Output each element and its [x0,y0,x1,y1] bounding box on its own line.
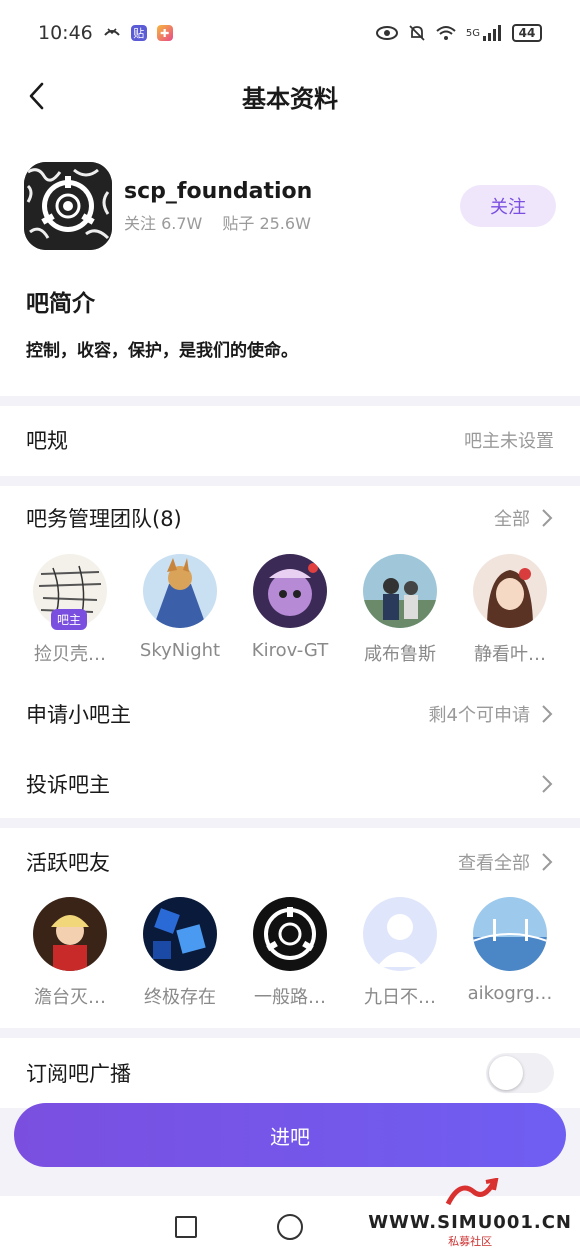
watermark-subtext: 私募社区 [448,1235,493,1248]
member-avatar [253,554,327,628]
enter-forum-button[interactable]: 进吧 [14,1103,566,1167]
intro-title: 吧简介 [26,291,95,317]
active-member[interactable]: 九日不… [350,897,450,1009]
rules-row[interactable]: 吧规 吧主未设置 [26,420,554,460]
member-avatar [363,897,437,971]
member-name: 咸布鲁斯 [364,644,436,665]
team-member[interactable]: 吧主 捡贝壳… [20,554,120,666]
apply-remaining: 剩4个可申请 [428,705,530,726]
team-member[interactable]: SkyNight [130,554,230,666]
chevron-right-icon [542,509,553,527]
watermark-text: WWW.SIMU001.CN [368,1212,572,1233]
member-name: 静看叶… [474,644,546,665]
member-avatar [473,554,547,628]
member-name: aikogrg… [467,983,553,1004]
member-name: 九日不… [364,987,436,1008]
team-member[interactable]: 静看叶… [460,554,560,666]
member-avatar [33,897,107,971]
active-title: 活跃吧友 [26,851,110,875]
back-button[interactable] [16,76,56,116]
wifi-icon [436,25,456,41]
forum-avatar[interactable] [24,162,112,250]
member-avatar [363,554,437,628]
watermark: WWW.SIMU001.CN 私募社区 [368,1177,572,1249]
network-type: 5G [465,27,480,39]
battery-icon: 44 [512,24,542,42]
recent-apps-button[interactable] [175,1215,197,1238]
mute-bell-icon [408,24,426,42]
member-name: 一般路… [254,987,326,1008]
chevron-right-icon [542,705,553,723]
apply-title: 申请小吧主 [26,703,131,727]
section-divider [0,818,580,828]
section-divider [0,476,580,486]
subscribe-row: 订阅吧广播 [26,1053,554,1093]
default-avatar-icon [363,897,437,971]
complain-title: 投诉吧主 [26,773,110,797]
active-member[interactable]: 澹台灭… [20,897,120,1009]
followers-count: 关注 6.7W [124,213,203,233]
member-avatar [473,897,547,971]
intro-text: 控制，收容，保护，是我们的使命。 [26,341,298,361]
rules-title: 吧规 [26,429,68,453]
chevron-right-icon [542,775,553,793]
team-title: 吧务管理团队(8) [26,507,182,531]
home-button[interactable] [277,1213,303,1240]
member-avatar: 吧主 [33,554,107,630]
signal-icon: 5G [466,25,502,41]
posts-count: 贴子 25.6W [222,213,311,233]
active-member[interactable]: aikogrg… [460,897,560,1009]
owner-badge: 吧主 [51,609,88,630]
forum-intro: 吧简介 控制，收容，保护，是我们的使命。 [26,284,556,361]
member-name: 捡贝壳… [34,644,106,665]
status-time: 10:46 [38,22,93,44]
eye-icon [375,26,398,40]
member-avatar [143,897,217,971]
page-title: 基本资料 [242,84,338,113]
forum-profile: scp_foundation 关注 6.7W 贴子 25.6W 关注 [24,160,556,252]
toggle-knob [489,1056,523,1090]
team-member[interactable]: Kirov-GT [240,554,340,666]
watermark-logo-icon [445,1177,499,1206]
complain-row[interactable]: 投诉吧主 [26,764,554,804]
missed-call-icon [103,25,121,41]
active-row[interactable]: 活跃吧友 查看全部 [26,842,554,882]
section-divider [0,1028,580,1038]
team-members: 吧主 捡贝壳… SkyNight Kirov-GT 咸布鲁斯 静看叶… [20,554,560,666]
team-member[interactable]: 咸布鲁斯 [350,554,450,666]
forum-name: scp_foundation [124,178,313,204]
member-name: Kirov-GT [251,640,329,661]
nav-bar: 基本资料 [0,66,580,126]
team-row[interactable]: 吧务管理团队(8) 全部 [26,498,554,538]
back-chevron-icon [29,82,44,110]
status-bar: 10:46 贴 ✚ 5G 44 [0,0,580,66]
section-divider [0,396,580,406]
rules-value: 吧主未设置 [464,431,554,452]
apply-row[interactable]: 申请小吧主 剩4个可申请 [26,694,554,734]
follow-button[interactable]: 关注 [460,185,556,227]
subscribe-title: 订阅吧广播 [26,1062,131,1086]
app-notification-icon: ✚ [156,25,173,41]
active-member[interactable]: 一般路… [240,897,340,1009]
team-all-link[interactable]: 全部 [494,505,530,531]
subscribe-toggle[interactable] [486,1053,554,1093]
tieba-app-icon: 贴 [130,25,147,41]
member-avatar [143,554,217,628]
member-name: 澹台灭… [34,987,106,1008]
member-name: 终极存在 [144,987,216,1008]
chevron-right-icon [542,853,553,871]
scp-logo-icon [24,162,112,250]
active-members: 澹台灭… 终极存在 一般路… 九日不… aikogrg… [20,897,560,1009]
member-avatar [253,897,327,971]
active-all-link[interactable]: 查看全部 [458,849,530,875]
active-member[interactable]: 终极存在 [130,897,230,1009]
member-name: SkyNight [139,640,221,661]
